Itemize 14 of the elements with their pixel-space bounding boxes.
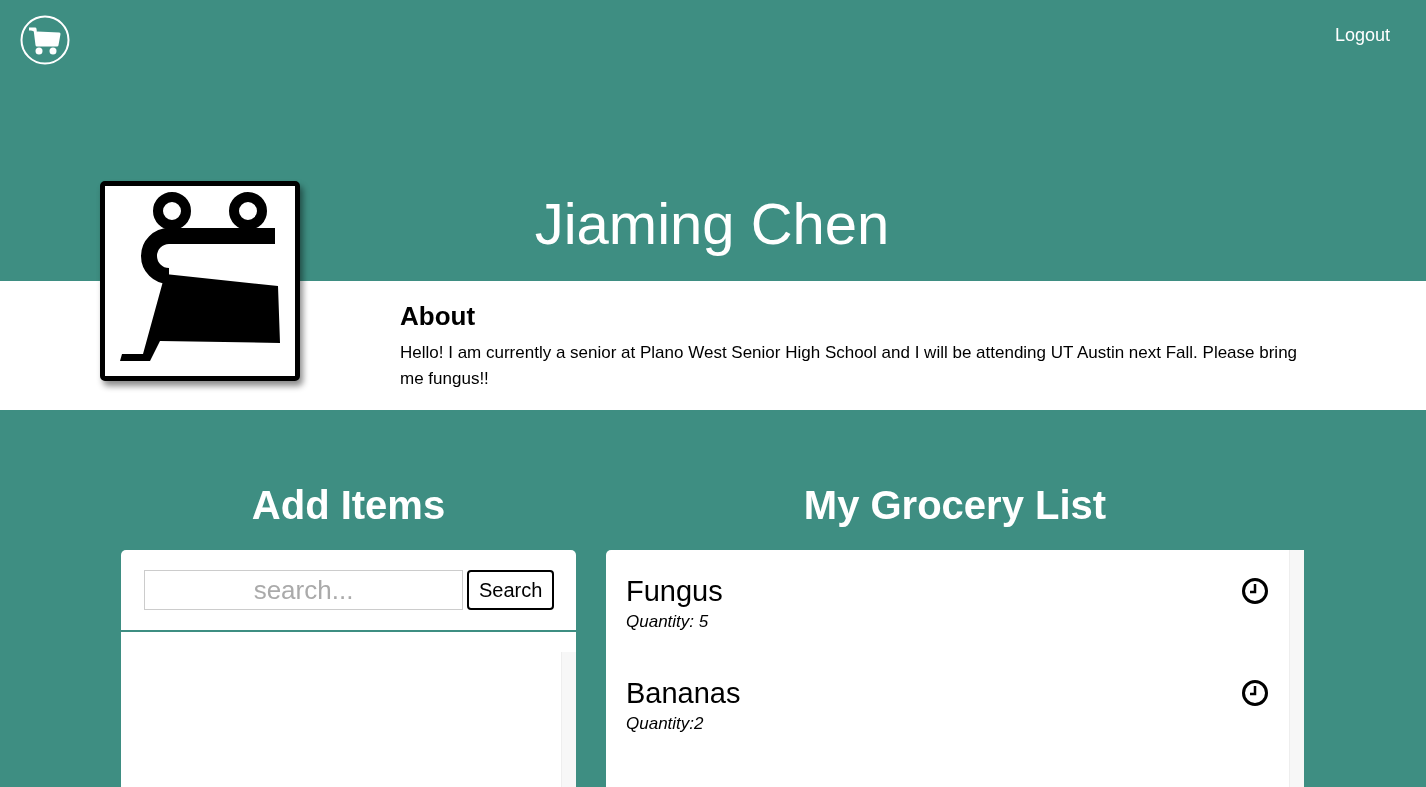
item-quantity: Quantity:2	[626, 714, 705, 734]
about-text: Hello! I am currently a senior at Plano West Senior High School and I will be attending UT Austin next Fall. Please bring me fungus!!	[400, 342, 1299, 390]
item-name: Bananas	[626, 676, 741, 710]
logout-link[interactable]: Logout	[1334, 24, 1390, 46]
about-heading: About	[400, 301, 477, 332]
clock-icon[interactable]	[1241, 679, 1269, 707]
search-field[interactable]: search...	[144, 570, 463, 610]
item-name: Fungus	[626, 574, 723, 608]
clock-icon[interactable]	[1241, 577, 1269, 605]
item-quantity: Quantity: 5	[626, 612, 710, 632]
section-title: My Grocery List	[802, 482, 1108, 529]
section-title: Add Items	[250, 482, 447, 529]
cart-logo-icon[interactable]	[20, 15, 70, 65]
search-button[interactable]: Search	[467, 570, 555, 610]
